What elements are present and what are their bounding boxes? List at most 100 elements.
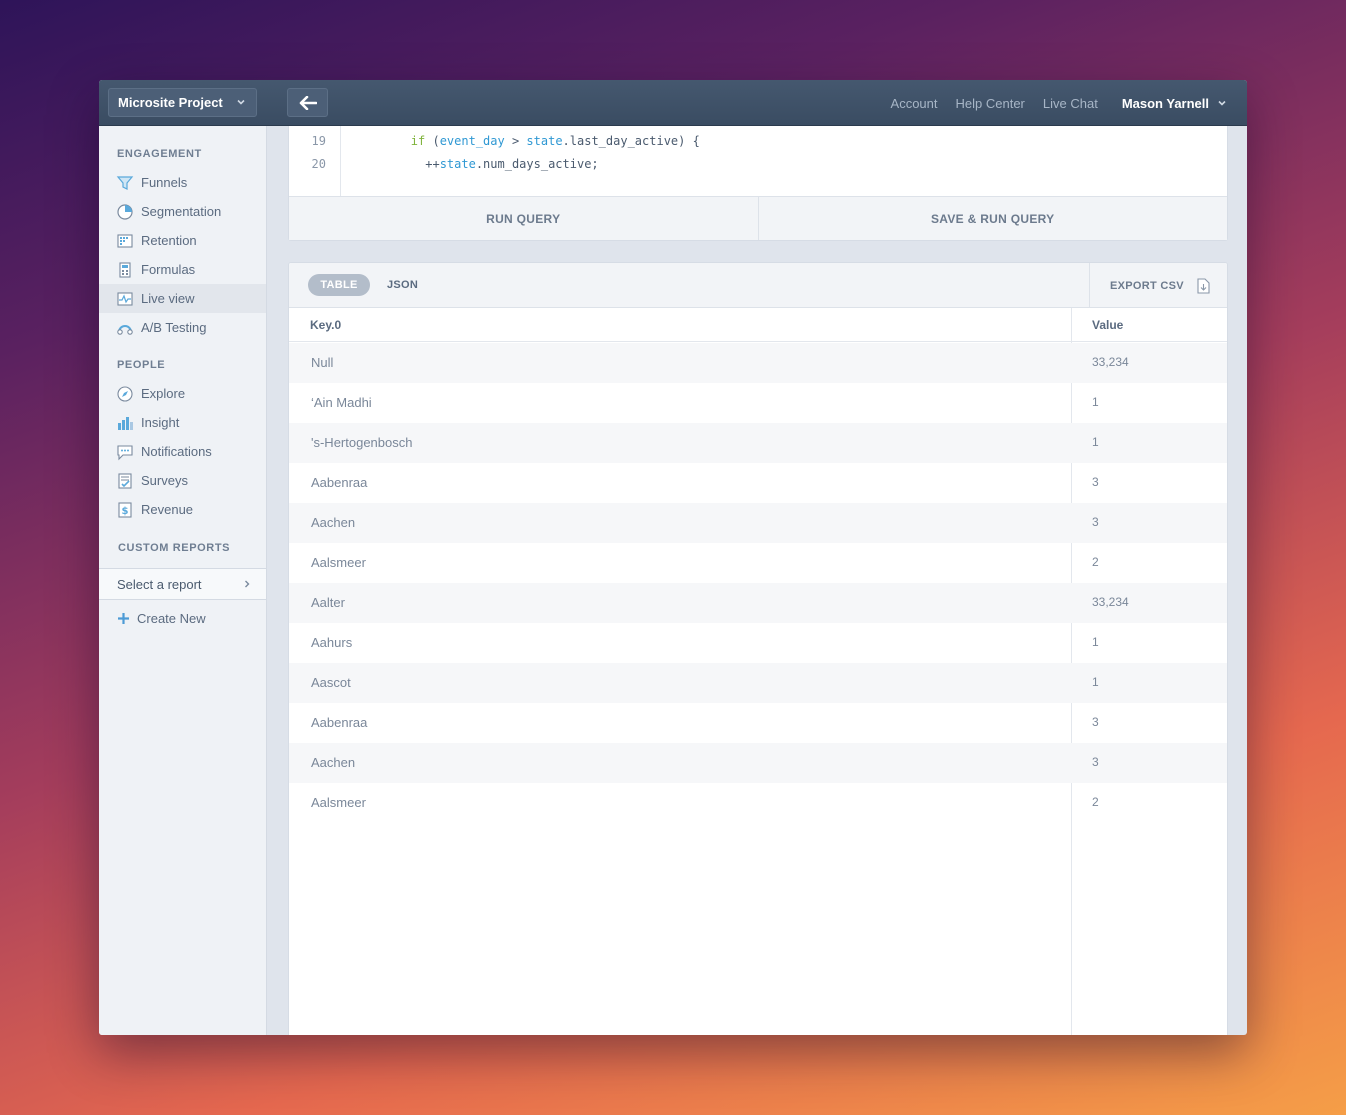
chat-bubble-icon	[116, 443, 134, 461]
table-header-row	[289, 308, 1227, 342]
results-table-body: Null 33,234 ‘Ain Madhi 1's-Hertogenbosch 1 Aa…	[289, 343, 1227, 823]
cell-key: 's-Hertogenbosch	[311, 435, 413, 450]
select-report-dropdown[interactable]: Select a report	[99, 568, 266, 600]
column-header-value[interactable]: Value	[1092, 308, 1123, 342]
cell-value: 2	[1092, 795, 1099, 809]
chevron-right-icon	[245, 580, 250, 588]
column-header-key[interactable]: Key.0	[310, 308, 341, 342]
cell-key: Aabenraa	[311, 475, 368, 490]
chevron-down-icon	[1218, 100, 1226, 106]
code-line[interactable]: if (event_day > state.last_day_active) {	[353, 134, 700, 148]
code-line[interactable]: ++state.num_days_active;	[353, 157, 598, 171]
cell-key: Aalsmeer	[311, 555, 366, 570]
cell-key: Aabenraa	[311, 715, 368, 730]
people-section-title: PEOPLE	[117, 359, 166, 371]
table-row[interactable]: Aahurs 1	[289, 623, 1227, 663]
custom-reports-section-title: CUSTOM REPORTS	[118, 542, 231, 554]
calculator-icon	[116, 261, 134, 279]
cell-value: 1	[1092, 635, 1099, 649]
cell-key: Aalsmeer	[311, 795, 366, 810]
cell-value: 1	[1092, 435, 1099, 449]
pulse-icon	[116, 290, 134, 308]
sidebar-item-segmentation[interactable]: Segmentation	[99, 197, 266, 226]
cell-value: 3	[1092, 755, 1099, 769]
tab-json[interactable]: JSON	[387, 279, 418, 291]
account-link[interactable]: Account	[891, 96, 938, 111]
top-nav: Account Help Center Live Chat Mason Yarn…	[891, 80, 1247, 126]
sidebar-item-label: Insight	[141, 415, 180, 430]
sidebar-item-label: Retention	[141, 233, 197, 248]
sidebar-item-retention[interactable]: Retention	[99, 226, 266, 255]
user-name: Mason Yarnell	[1121, 95, 1209, 111]
export-csv-button[interactable]: EXPORT CSV	[1089, 263, 1227, 308]
cell-key: Aahurs	[311, 635, 353, 650]
create-new-label: Create New	[137, 610, 206, 626]
sidebar-item-label: A/B Testing	[141, 320, 207, 335]
sidebar-item-explore[interactable]: Explore	[99, 379, 266, 408]
checklist-icon	[116, 472, 134, 490]
sidebar-item-label: Revenue	[141, 502, 194, 517]
table-row[interactable]: Aalter 33,234	[289, 583, 1227, 623]
file-download-icon	[1197, 277, 1210, 294]
table-row[interactable]: 's-Hertogenbosch 1	[289, 423, 1227, 463]
project-switcher[interactable]: Microsite Project	[108, 88, 257, 117]
table-row[interactable]: Aalsmeer 2	[289, 543, 1227, 583]
cell-value: 1	[1092, 675, 1099, 689]
sidebar-item-label: Surveys	[141, 473, 188, 488]
table-row[interactable]: Aachen 3	[289, 743, 1227, 783]
sidebar-item-live-view[interactable]: Live view	[99, 284, 266, 313]
user-menu[interactable]: Mason Yarnell	[1122, 96, 1227, 111]
grid-icon	[116, 232, 134, 250]
cell-key: ‘Ain Madhi	[311, 395, 372, 410]
sidebar: ENGAGEMENT Funnels Segmentation Retentio…	[99, 126, 267, 1035]
compass-icon	[116, 385, 134, 403]
tab-table[interactable]: TABLE	[308, 274, 370, 296]
table-row[interactable]: Aascot 1	[289, 663, 1227, 703]
bar-chart-icon	[116, 414, 134, 432]
sidebar-item-insight[interactable]: Insight	[99, 408, 266, 437]
query-actions: RUN QUERY SAVE & RUN QUERY	[289, 196, 1227, 240]
sidebar-item-revenue[interactable]: $ Revenue	[99, 495, 266, 524]
table-row[interactable]: Aabenraa 3	[289, 703, 1227, 743]
help-center-link[interactable]: Help Center	[956, 96, 1025, 111]
table-row[interactable]: Aabenraa 3	[289, 463, 1227, 503]
top-bar: Microsite Project Account Help Center Li…	[99, 80, 1247, 126]
save-run-query-button[interactable]: SAVE & RUN QUERY	[757, 197, 1228, 240]
back-button[interactable]	[287, 88, 328, 117]
sidebar-item-formulas[interactable]: Formulas	[99, 255, 266, 284]
table-row[interactable]: ‘Ain Madhi 1	[289, 383, 1227, 423]
sidebar-item-surveys[interactable]: Surveys	[99, 466, 266, 495]
run-query-button[interactable]: RUN QUERY	[289, 197, 758, 240]
line-number: 19	[311, 134, 326, 148]
arrow-left-icon	[299, 95, 317, 110]
table-row[interactable]: Aalsmeer 2	[289, 783, 1227, 823]
cell-value: 3	[1092, 475, 1099, 489]
cell-value: 3	[1092, 515, 1099, 529]
project-name: Microsite Project	[118, 95, 223, 110]
query-editor[interactable]: 19 20 if (event_day > state.last_day_act…	[288, 126, 1228, 241]
sidebar-item-label: Live view	[141, 291, 195, 306]
sidebar-item-ab-testing[interactable]: A/B Testing	[99, 313, 266, 342]
sidebar-item-label: Explore	[141, 386, 186, 401]
pie-chart-icon	[116, 203, 134, 221]
table-row[interactable]: Null 33,234	[289, 343, 1227, 383]
table-row[interactable]: Aachen 3	[289, 503, 1227, 543]
sidebar-item-label: Segmentation	[141, 204, 222, 219]
cell-key: Aascot	[311, 675, 351, 690]
results-toolbar: TABLE JSON EXPORT CSV	[289, 263, 1227, 308]
sidebar-item-label: Notifications	[141, 444, 212, 459]
sidebar-item-funnels[interactable]: Funnels	[99, 168, 266, 197]
create-new-report-button[interactable]: Create New	[99, 604, 266, 632]
chevron-down-icon	[237, 99, 245, 105]
cell-key: Null	[311, 355, 334, 370]
export-csv-label: EXPORT CSV	[1110, 279, 1184, 292]
cell-key: Aalter	[311, 595, 345, 610]
cell-value: 33,234	[1092, 595, 1129, 609]
cell-value: 33,234	[1092, 355, 1129, 369]
app-window: Microsite Project Account Help Center Li…	[99, 80, 1247, 1035]
plus-icon	[118, 612, 129, 624]
cell-value: 1	[1092, 395, 1099, 409]
live-chat-link[interactable]: Live Chat	[1043, 96, 1098, 111]
sidebar-item-notifications[interactable]: Notifications	[99, 437, 266, 466]
select-report-label: Select a report	[117, 576, 202, 592]
